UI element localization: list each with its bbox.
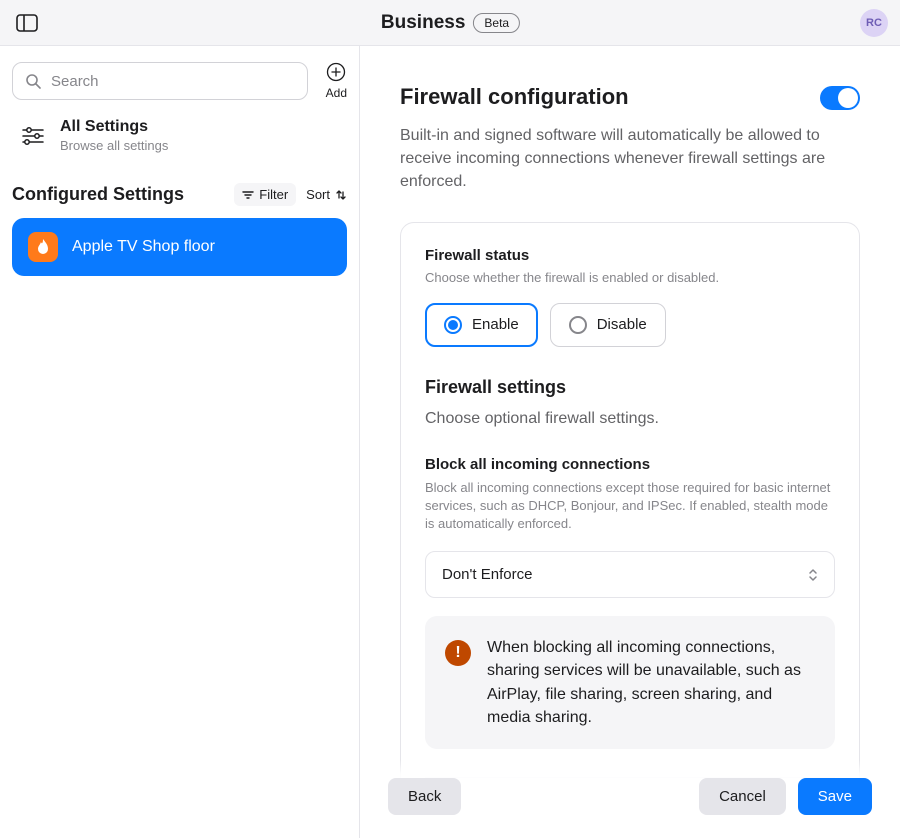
- radio-unselected-icon: [569, 316, 587, 334]
- back-button[interactable]: Back: [388, 778, 461, 815]
- sidebar: Add All Settings Browse all settings: [0, 46, 360, 838]
- search-input[interactable]: [51, 73, 295, 90]
- filter-icon: [242, 190, 254, 200]
- radio-enable-label: Enable: [472, 316, 519, 333]
- chevron-up-down-icon: [808, 568, 818, 582]
- all-settings-subtitle: Browse all settings: [60, 138, 168, 153]
- sidebar-toggle-icon: [16, 14, 38, 32]
- firewall-toggle[interactable]: [820, 86, 860, 110]
- block-incoming-select[interactable]: Don't Enforce: [425, 551, 835, 598]
- warning-text: When blocking all incoming connections, …: [487, 636, 815, 729]
- filter-label: Filter: [259, 187, 288, 202]
- all-settings-title: All Settings: [60, 118, 168, 136]
- add-label: Add: [326, 86, 347, 100]
- brand: Business Beta: [380, 12, 520, 34]
- block-incoming-desc: Block all incoming connections except th…: [425, 479, 835, 534]
- firewall-card: Firewall status Choose whether the firew…: [400, 222, 860, 838]
- beta-badge: Beta: [473, 13, 520, 33]
- footer-bar: Back Cancel Save: [360, 760, 900, 838]
- config-item-label: Apple TV Shop floor: [72, 238, 215, 256]
- firewall-status-desc: Choose whether the firewall is enabled o…: [425, 270, 835, 285]
- flame-icon: [34, 238, 52, 256]
- sliders-icon: [21, 125, 45, 147]
- warning-box: ! When blocking all incoming connections…: [425, 616, 835, 749]
- firewall-settings-desc: Choose optional firewall settings.: [425, 410, 835, 428]
- toggle-sidebar-button[interactable]: [12, 8, 42, 38]
- radio-disable[interactable]: Disable: [550, 303, 666, 347]
- config-item-apple-tv-shop-floor[interactable]: Apple TV Shop floor: [12, 218, 347, 276]
- top-bar: Business Beta RC: [0, 0, 900, 46]
- page-description: Built-in and signed software will automa…: [400, 124, 840, 194]
- configured-settings-title: Configured Settings: [12, 184, 184, 205]
- block-incoming-title: Block all incoming connections: [425, 456, 835, 473]
- main-panel: Firewall configuration Built-in and sign…: [360, 46, 900, 838]
- firewall-settings-title: Firewall settings: [425, 377, 835, 398]
- page-title: Firewall configuration: [400, 84, 629, 110]
- radio-enable[interactable]: Enable: [425, 303, 538, 347]
- radio-selected-icon: [444, 316, 462, 334]
- radio-disable-label: Disable: [597, 316, 647, 333]
- select-value: Don't Enforce: [442, 566, 532, 583]
- sort-button[interactable]: Sort: [306, 187, 347, 202]
- brand-name: Business: [381, 12, 465, 34]
- sort-label: Sort: [306, 187, 330, 202]
- all-settings-row[interactable]: All Settings Browse all settings: [12, 100, 347, 173]
- avatar[interactable]: RC: [860, 9, 888, 37]
- firewall-status-title: Firewall status: [425, 247, 835, 264]
- plus-circle-icon: [326, 62, 346, 82]
- firewall-app-icon: [28, 232, 58, 262]
- search-icon: [25, 73, 41, 89]
- warning-icon: !: [445, 640, 471, 666]
- save-button[interactable]: Save: [798, 778, 872, 815]
- cancel-button[interactable]: Cancel: [699, 778, 786, 815]
- filter-button[interactable]: Filter: [234, 183, 296, 206]
- search-input-wrapper[interactable]: [12, 62, 308, 100]
- add-button[interactable]: Add: [326, 62, 347, 100]
- sort-arrows-icon: [335, 189, 347, 201]
